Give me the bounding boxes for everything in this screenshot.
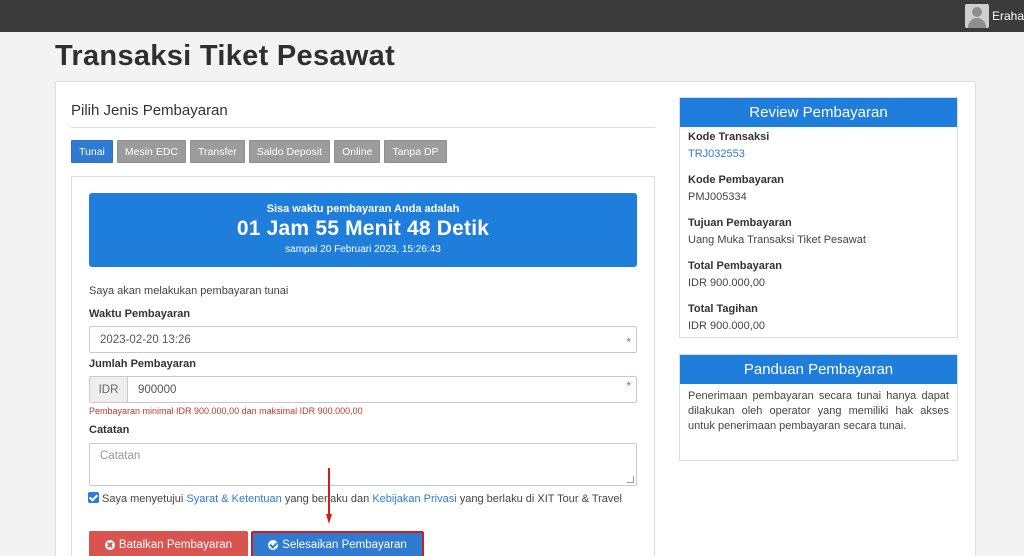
tab-transfer[interactable]: Transfer [190,140,245,163]
required-mark: * [626,335,631,349]
payment-section-title: Pilih Jenis Pembayaran [71,102,228,119]
jumlah-pembayaran-input[interactable]: IDR 900000 * [89,376,637,403]
resize-handle-icon[interactable] [627,476,634,483]
page-title: Transaksi Tiket Pesawat [55,40,396,72]
review-card-title: Review Pembayaran [680,98,957,127]
waktu-pembayaran-label: Waktu Pembayaran [89,308,191,320]
catatan-label: Catatan [89,424,130,436]
cancel-payment-label: Batalkan Pembayaran [118,538,233,551]
transaction-code-link[interactable]: TRJ032553 [688,148,949,160]
agree-prefix: Saya menyetujui [102,493,187,505]
countdown-label: Sisa waktu pembayaran Anda adalah [266,203,460,215]
required-mark: * [626,379,631,393]
guide-text: Penerimaan pembayaran secara tunai hanya… [688,390,949,432]
catatan-placeholder: Catatan [100,450,141,462]
cancel-payment-button[interactable]: Batalkan Pembayaran [89,531,248,556]
agree-suffix: yang berlaku di XIT Tour & Travel [456,493,622,505]
review-label: Total Pembayaran [688,260,782,272]
guide-card-title: Panduan Pembayaran [680,355,957,384]
username[interactable]: Eraha [992,9,1024,23]
check-circle-icon [268,539,279,550]
user-menu[interactable]: Eraha [964,4,1024,28]
user-avatar-icon[interactable] [964,4,989,28]
finish-payment-button[interactable]: Selesaikan Pembayaran [251,531,424,556]
tab-online[interactable]: Online [334,140,381,163]
review-value: IDR 900.000,00 [688,320,766,332]
review-value: PMJ005334 [688,191,747,203]
tab-tunai[interactable]: Tunai [71,140,113,163]
terms-link[interactable]: Syarat & Ketentuan [186,493,281,505]
review-label: Total Tagihan [688,303,758,315]
countdown-banner: Sisa waktu pembayaran Anda adalah 01 Jam… [89,193,637,267]
top-navbar: Eraha [0,0,1024,32]
payment-intro-text: Saya akan melakukan pembayaran tunai [89,285,289,297]
payment-method-tabs: Tunai Mesin EDC Transfer Saldo Deposit O… [71,140,447,163]
amount-hint: Pembayaran minimal IDR 900.000,00 dan ma… [89,406,363,416]
terms-agreement: Saya menyetujui Syarat & Ketentuan yang … [88,492,628,506]
terms-checkbox[interactable] [88,492,99,503]
divider [71,127,655,128]
countdown-value: 01 Jam 55 Menit 48 Detik [236,217,490,240]
review-value: IDR 900.000,00 [688,277,766,289]
jumlah-pembayaran-label: Jumlah Pembayaran [89,358,196,370]
catatan-textarea[interactable]: Catatan [89,443,637,486]
annotation-arrow-icon [326,468,332,524]
countdown-deadline: sampai 20 Februari 2023, 15:26:43 [285,244,441,255]
tab-mesin-edc[interactable]: Mesin EDC [116,140,186,163]
review-label: Tujuan Pembayaran [688,217,792,229]
review-label: Kode Transaksi [688,131,770,143]
tab-tanpa-dp[interactable]: Tanpa DP [384,140,447,163]
waktu-pembayaran-input[interactable]: 2023-02-20 13:26 * [89,326,637,353]
guide-card: Panduan Pembayaran Penerimaan pembayaran… [679,354,958,461]
review-card: Review Pembayaran Kode Transaksi TRJ0325… [679,97,958,338]
privacy-link[interactable]: Kebijakan Privasi [372,493,456,505]
currency-addon: IDR [90,377,128,402]
tab-saldo-deposit[interactable]: Saldo Deposit [248,140,331,163]
cancel-circle-icon [104,539,115,550]
jumlah-pembayaran-value: 900000 [138,384,177,396]
waktu-pembayaran-value: 2023-02-20 13:26 [100,334,191,346]
finish-payment-label: Selesaikan Pembayaran [282,538,407,551]
review-label: Kode Pembayaran [688,174,784,186]
review-value: Uang Muka Transaksi Tiket Pesawat [688,234,866,246]
review-card-body: Kode Transaksi TRJ032553 Kode Pembayaran… [680,127,957,332]
